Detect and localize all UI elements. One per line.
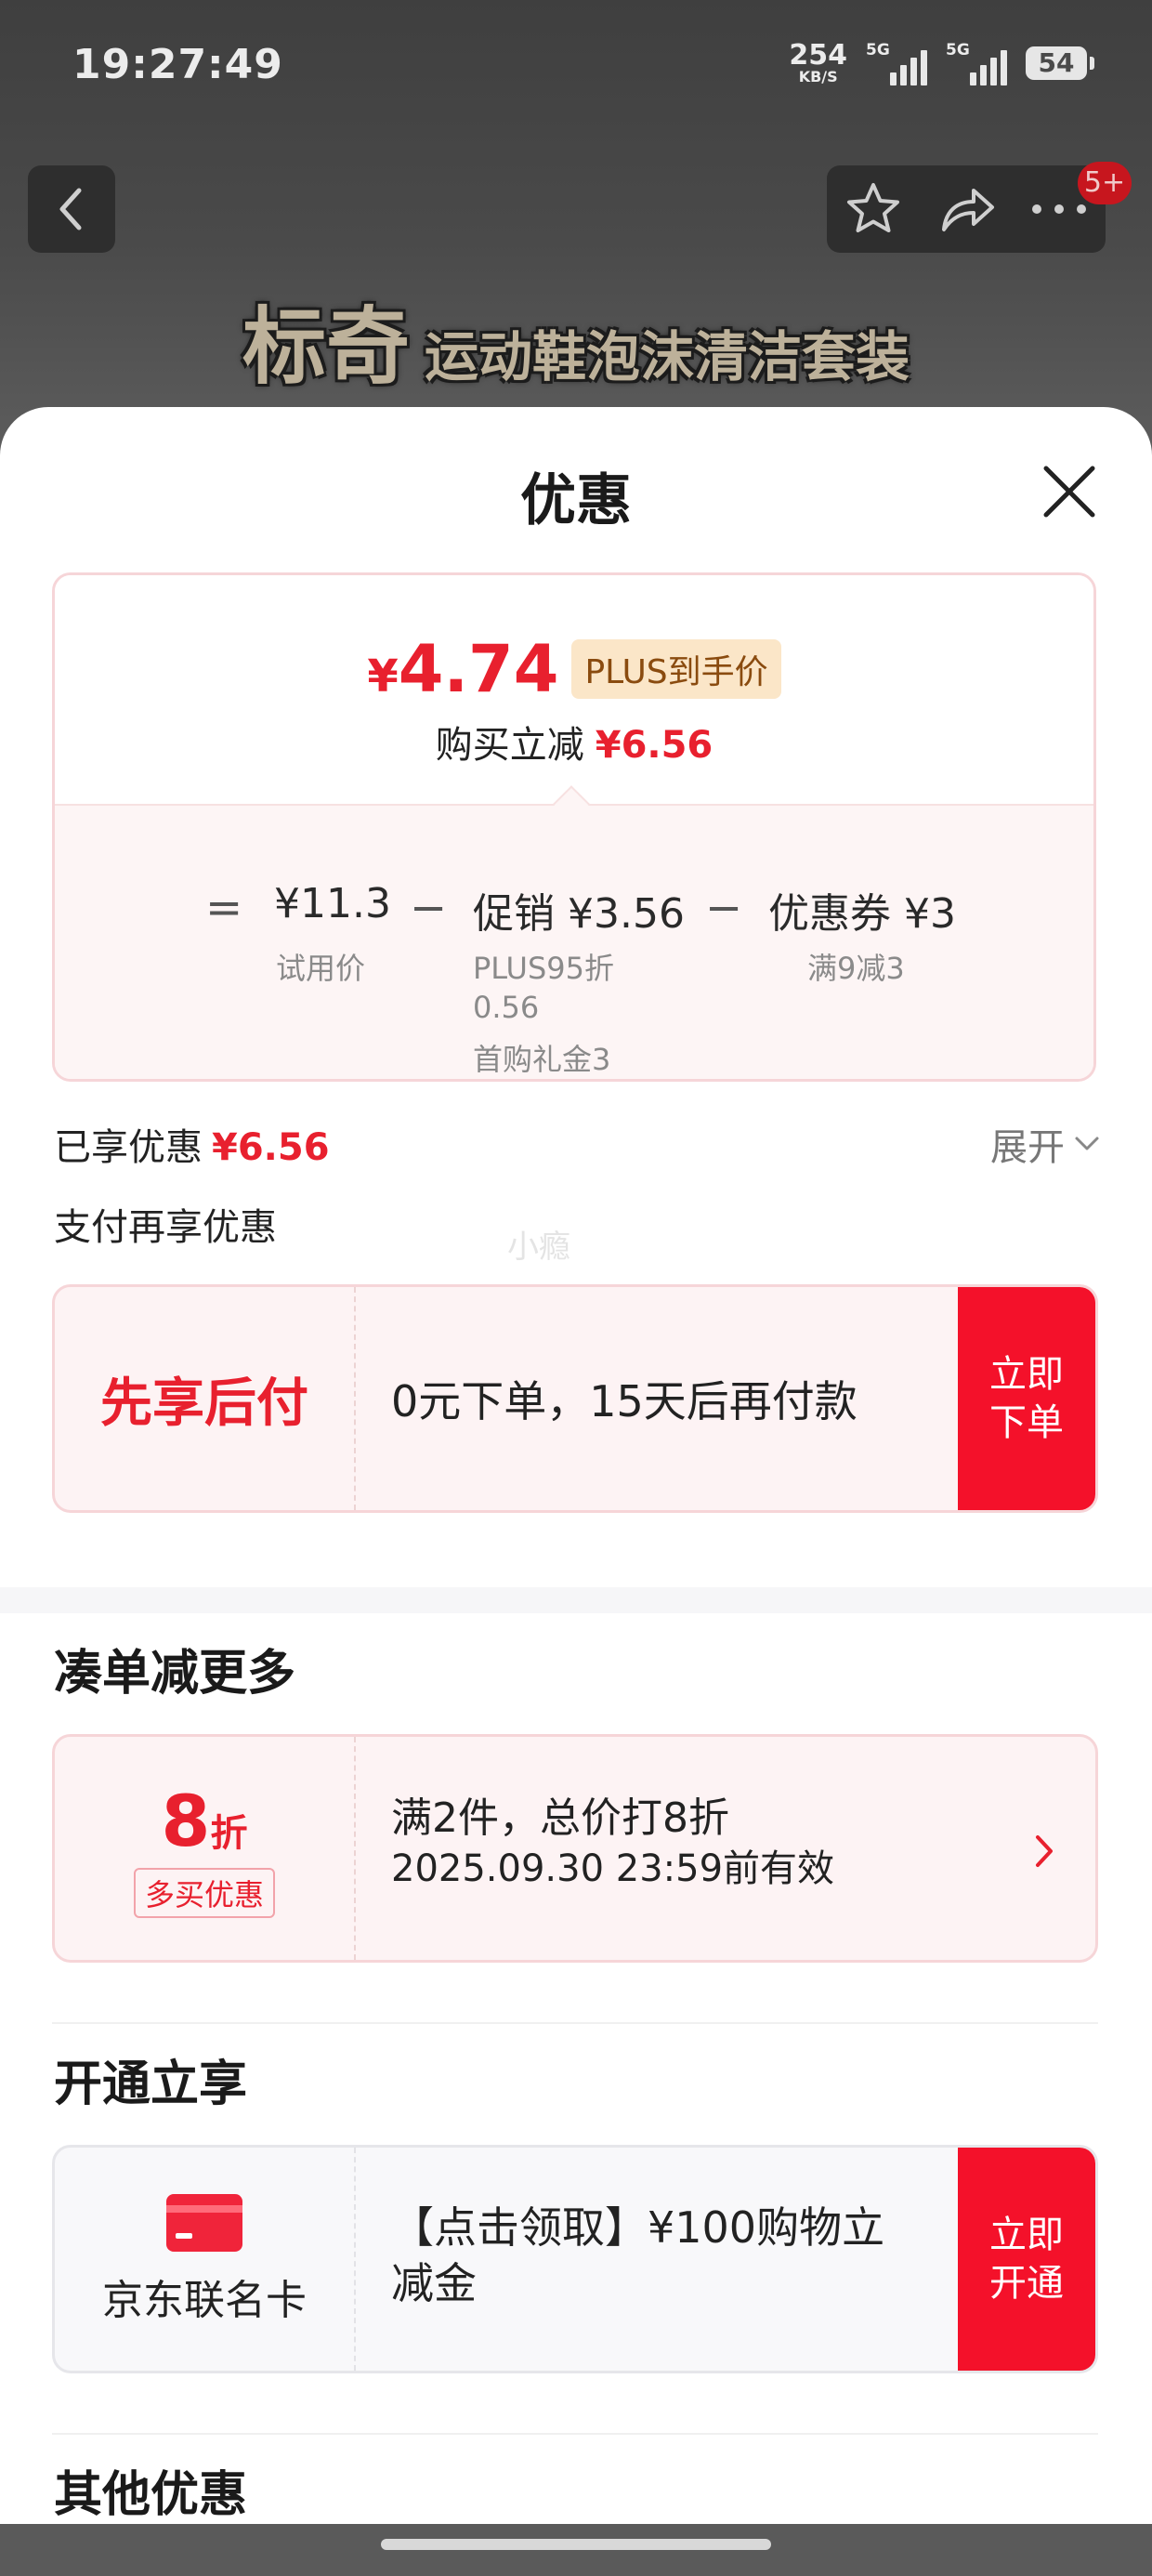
coupon-condition: 满9减3 [807, 951, 905, 986]
promo-amount: 促销 ¥3.56 [473, 890, 685, 938]
bundle-discount-badge: 8折 多买优惠 [55, 1737, 356, 1960]
bundle-discount-unit: 折 [210, 1811, 248, 1855]
bundle-section-title: 凑单减更多 [54, 1646, 296, 1702]
battery-icon: 54 [1026, 46, 1094, 80]
final-price-row: ¥4.74 PLUS到手价 [55, 631, 1093, 707]
section-divider [0, 1587, 1152, 1613]
open-section-title: 开通立享 [54, 2057, 248, 2112]
network-speed: 254 KB/S [789, 42, 847, 85]
system-nav-bar [0, 2524, 1152, 2576]
share-button[interactable] [934, 177, 999, 242]
expand-toggle[interactable]: 展开 [990, 1117, 1100, 1171]
network-speed-unit: KB/S [798, 68, 838, 85]
instant-discount-row: 购买立减 ¥6.56 [55, 715, 1093, 769]
activate-now-button[interactable]: 立即 开通 [958, 2148, 1095, 2371]
activate-now-line2: 开通 [989, 2262, 1064, 2305]
close-icon [1043, 466, 1095, 518]
share-icon [942, 189, 994, 231]
status-bar: 19:27:49 254 KB/S 5G 5G 54 [0, 0, 1152, 139]
watermark: 小瘾 [507, 1229, 570, 1266]
instant-discount-amount: ¥6.56 [595, 724, 713, 767]
signal-tag: 5G [866, 41, 890, 59]
promo-detail-plus: PLUS95折 [473, 951, 614, 986]
status-indicators: 254 KB/S 5G 5G 54 [789, 41, 1094, 85]
more-icon [1032, 204, 1086, 214]
chevron-down-icon [1075, 1137, 1099, 1150]
bundle-rule: 满2件，总价打8折 [391, 1794, 729, 1842]
final-price-currency: ¥ [367, 651, 399, 703]
plus-price-tag: PLUS到手价 [571, 639, 781, 699]
bundle-discount: 8折 [162, 1780, 248, 1862]
discount-sheet: 优惠 ¥4.74 PLUS到手价 购买立减 ¥6.56 = ¥11.3 试用价 … [0, 407, 1152, 2544]
promo-detail-gift: 首购礼金3 [473, 1042, 611, 1077]
chevron-right-icon [1036, 1835, 1053, 1867]
sheet-title: 优惠 [520, 468, 632, 533]
price-breakdown-card: ¥4.74 PLUS到手价 购买立减 ¥6.56 = ¥11.3 试用价 − 促销… [52, 572, 1096, 1082]
bundle-info: 满2件，总价打8折 2025.09.30 23:59前有效 [391, 1793, 834, 1893]
final-price: ¥4.74 [367, 631, 558, 707]
status-time: 19:27:49 [72, 41, 283, 88]
bundle-validity: 2025.09.30 23:59前有效 [391, 1847, 835, 1890]
favorite-button[interactable] [841, 177, 906, 242]
order-now-button[interactable]: 立即 下单 [958, 1287, 1095, 1510]
divider-line [52, 2022, 1098, 2024]
equals-sign: = [205, 882, 243, 934]
co-branded-card-offer[interactable]: 京东联名卡 【点击领取】¥100购物立减金 立即 开通 [52, 2145, 1098, 2373]
expand-label: 展开 [990, 1126, 1065, 1169]
trial-price: ¥11.3 [274, 880, 391, 927]
co-branded-card-desc: 【点击领取】¥100购物立减金 [391, 2202, 885, 2308]
product-banner: 标奇 运动鞋泡沫清洁套装 [0, 279, 1152, 400]
price-summary: ¥4.74 PLUS到手价 购买立减 ¥6.56 [55, 575, 1093, 804]
home-indicator[interactable] [381, 2539, 771, 2550]
bundle-tag: 多买优惠 [133, 1867, 275, 1918]
trial-price-label: 试用价 [276, 951, 366, 986]
co-branded-card-name: 京东联名卡 [102, 2277, 307, 2324]
bundle-offer-card[interactable]: 8折 多买优惠 满2件，总价打8折 2025.09.30 23:59前有效 [52, 1734, 1098, 1963]
co-branded-card-badge: 京东联名卡 [55, 2148, 356, 2371]
activate-now-line1: 立即 [989, 2214, 1064, 2256]
message-badge[interactable]: 5+ [1078, 162, 1132, 204]
close-button[interactable] [1039, 461, 1100, 522]
signal-icon: 5G [946, 41, 1007, 85]
screen: 19:27:49 254 KB/S 5G 5G 54 5+ 标奇 运动鞋泡沫清洁… [0, 0, 1152, 2576]
chevron-left-icon [59, 188, 82, 230]
instant-discount-label: 购买立减 [435, 724, 584, 767]
price-calculation: = ¥11.3 试用价 − 促销 ¥3.56 PLUS95折 0.56 首购礼金… [55, 845, 1093, 1077]
minus-sign: − [410, 882, 448, 934]
nav-actions [827, 165, 1106, 253]
final-price-value: 4.74 [398, 631, 559, 707]
banner-title: 运动鞋泡沫清洁套装 [424, 325, 910, 388]
pay-more-label: 支付再享优惠 [54, 1206, 277, 1249]
signal-icon: 5G [866, 41, 927, 85]
enjoyed-amount: ¥6.56 [212, 1126, 330, 1169]
star-icon [847, 183, 899, 232]
order-now-line2: 下单 [989, 1401, 1064, 1444]
signal-tag: 5G [946, 41, 970, 59]
coupon-amount: 优惠券 ¥3 [768, 890, 956, 938]
credit-card-icon [166, 2194, 242, 2252]
order-now-line1: 立即 [989, 1353, 1064, 1396]
back-button[interactable] [28, 165, 115, 253]
other-section-title: 其他优惠 [54, 2467, 248, 2523]
pay-later-desc: 0元下单，15天后再付款 [391, 1376, 857, 1426]
network-speed-value: 254 [789, 39, 847, 72]
divider-line [52, 2433, 1098, 2435]
pay-later-card[interactable]: 先享后付 0元下单，15天后再付款 立即 下单 [52, 1284, 1098, 1513]
pay-later-title: 先享后付 [55, 1287, 356, 1510]
minus-sign: − [705, 882, 743, 934]
promo-detail-value: 0.56 [473, 990, 540, 1025]
banner-brand: 标奇 [242, 298, 410, 396]
enjoyed-label: 已享优惠 [54, 1126, 203, 1169]
bundle-discount-number: 8 [161, 1779, 211, 1862]
enjoyed-discount: 已享优惠 ¥6.56 [54, 1117, 330, 1171]
